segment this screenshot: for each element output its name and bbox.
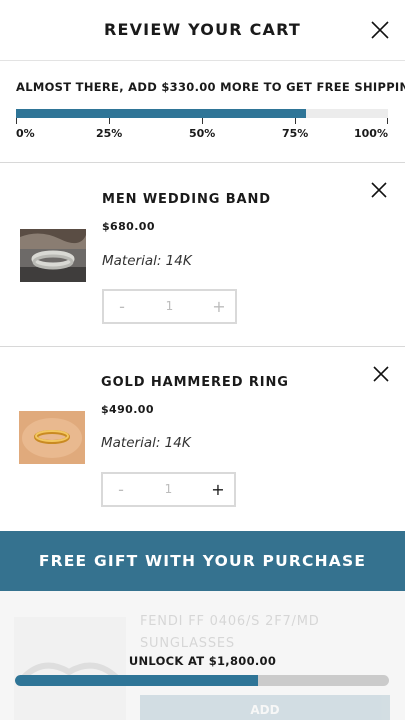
item-price: $680.00 <box>102 220 155 233</box>
free-gift-banner: FREE GIFT WITH YOUR PURCHASE <box>0 531 405 591</box>
quantity-stepper: - 1 + <box>101 472 236 507</box>
close-icon <box>371 182 387 198</box>
decrease-quantity-button[interactable]: - <box>105 474 137 505</box>
remove-item-button[interactable] <box>371 364 391 384</box>
item-material: Material: 14K <box>101 435 191 451</box>
item-name: MEN WEDDING BAND <box>102 192 271 207</box>
gold-ring-image[interactable] <box>19 411 85 464</box>
close-cart-button[interactable] <box>368 18 392 42</box>
tick-label-0: 0% <box>16 127 35 140</box>
progress-tick <box>202 118 203 124</box>
progress-tick <box>16 118 17 124</box>
decrease-quantity-button[interactable]: - <box>106 291 138 322</box>
add-gift-button[interactable]: ADD <box>140 695 390 720</box>
tick-label-75: 75% <box>282 127 309 140</box>
tick-label-100: 100% <box>354 127 388 140</box>
sunglasses-image <box>14 617 126 720</box>
quantity-value[interactable]: 1 <box>140 291 199 322</box>
cart-title: REVIEW YOUR CART <box>103 20 302 39</box>
progress-tick <box>295 118 296 124</box>
remove-item-button[interactable] <box>369 180 389 200</box>
free-shipping-message: ALMOST THERE, ADD $330.00 MORE TO GET FR… <box>16 80 405 94</box>
gift-product-name: FENDI FF 0406/S 2F7/MD SUNGLASSES <box>140 614 320 651</box>
quantity-stepper: - 1 + <box>102 289 237 324</box>
tick-label-50: 50% <box>189 127 216 140</box>
progress-tick <box>109 118 110 124</box>
gift-progress-fill <box>15 675 259 686</box>
item-material: Material: 14K <box>102 253 192 269</box>
free-shipping-progress-bar <box>16 109 388 118</box>
gift-progress-bar <box>15 675 389 686</box>
quantity-value[interactable]: 1 <box>139 474 198 505</box>
cart-item: MEN WEDDING BAND $680.00 Material: 14K -… <box>0 163 405 347</box>
silver-ring-image[interactable] <box>20 229 86 282</box>
item-name: GOLD HAMMERED RING <box>101 375 289 390</box>
progress-tick <box>387 118 388 124</box>
tick-label-25: 25% <box>96 127 123 140</box>
unlock-threshold-text: UNLOCK AT $1,800.00 <box>128 654 277 668</box>
cart-item: GOLD HAMMERED RING $490.00 Material: 14K… <box>0 347 405 531</box>
increase-quantity-button[interactable]: + <box>202 474 234 505</box>
free-shipping-progress-fill <box>16 109 307 118</box>
increase-quantity-button[interactable]: + <box>203 291 235 322</box>
free-gift-section: FENDI FF 0406/S 2F7/MD SUNGLASSES ADD UN… <box>0 591 405 720</box>
cart-header: REVIEW YOUR CART <box>0 0 405 61</box>
item-price: $490.00 <box>101 403 154 416</box>
free-shipping-section: ALMOST THERE, ADD $330.00 MORE TO GET FR… <box>0 61 405 163</box>
close-icon <box>371 21 389 39</box>
close-icon <box>373 366 389 382</box>
